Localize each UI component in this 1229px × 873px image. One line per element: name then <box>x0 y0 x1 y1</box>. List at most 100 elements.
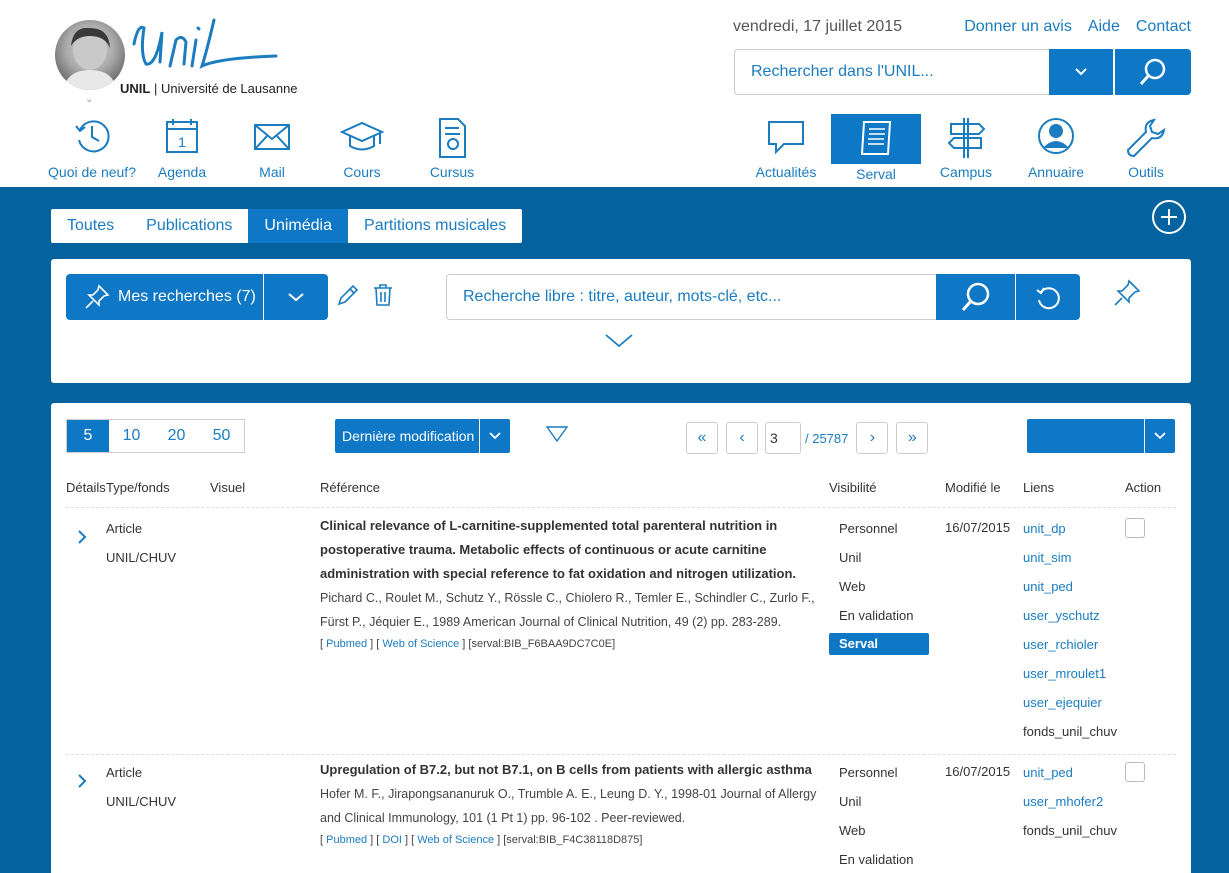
visibility-web[interactable]: Web <box>829 816 913 845</box>
link-user-mhofer2[interactable]: user_mhofer2 <box>1023 787 1117 816</box>
link-user-mroulet1[interactable]: user_mroulet1 <box>1023 659 1117 688</box>
visibility-en-validation[interactable]: En validation <box>829 601 929 630</box>
pubmed-link[interactable]: Pubmed <box>326 834 367 846</box>
page-size-50[interactable]: 50 <box>199 420 244 452</box>
last-page-button[interactable]: » <box>896 422 929 454</box>
visibility-personnel[interactable]: Personnel <box>829 514 929 543</box>
next-page-button[interactable]: › <box>856 422 889 454</box>
doi-link[interactable]: DOI <box>382 834 402 846</box>
contact-link[interactable]: Contact <box>1136 18 1191 36</box>
actions-dropdown-toggle[interactable] <box>1145 419 1175 453</box>
col-liens[interactable]: Liens <box>1023 480 1054 495</box>
pubmed-link[interactable]: Pubmed <box>326 638 367 650</box>
saved-searches-dropdown[interactable] <box>264 274 328 320</box>
tab-toutes[interactable]: Toutes <box>51 209 130 243</box>
type-label: Article <box>106 765 143 780</box>
site-header: ⌄ UNIL | Université de Lausanne vendredi… <box>0 0 1229 187</box>
nav-campus[interactable]: Campus <box>921 112 1011 187</box>
visibility-serval[interactable]: Serval <box>829 633 929 655</box>
col-visuel[interactable]: Visuel <box>210 480 245 495</box>
row-reference: Clinical relevance of L-carnitine-supple… <box>320 514 820 654</box>
free-search-button[interactable] <box>936 274 1016 320</box>
avatar-menu-icon[interactable]: ⌄ <box>85 94 93 105</box>
nav-outils[interactable]: Outils <box>1101 112 1191 187</box>
visibility-personnel[interactable]: Personnel <box>829 758 913 787</box>
page-size-5[interactable]: 5 <box>67 420 109 452</box>
chevron-right-icon[interactable] <box>76 529 88 545</box>
col-type[interactable]: Type/fonds <box>106 480 170 495</box>
calendar-icon: 1 <box>166 119 198 153</box>
saved-searches-main[interactable]: Mes recherches (7) <box>66 274 264 320</box>
page-number-input[interactable]: 3 <box>765 422 801 454</box>
col-details[interactable]: Détails <box>66 480 106 495</box>
col-action[interactable]: Action <box>1125 480 1161 495</box>
wos-link[interactable]: Web of Science <box>417 834 494 846</box>
link-unit-ped[interactable]: unit_ped <box>1023 572 1117 601</box>
first-page-button[interactable]: « <box>686 422 718 454</box>
reference-title[interactable]: Clinical relevance of L-carnitine-supple… <box>320 514 820 586</box>
visibility-web[interactable]: Web <box>829 572 929 601</box>
nav-label: Actualités <box>755 164 817 180</box>
nav-mail[interactable]: Mail <box>227 112 317 187</box>
serval-id: [serval:BIB_F4C38118D875] <box>503 834 643 846</box>
wos-link[interactable]: Web of Science <box>382 638 459 650</box>
free-search-input[interactable]: Recherche libre : titre, auteur, mots-cl… <box>446 274 936 320</box>
page-size-20[interactable]: 20 <box>154 420 199 452</box>
expand-filters-chevron-icon[interactable] <box>604 333 634 349</box>
link-unit-dp[interactable]: unit_dp <box>1023 514 1117 543</box>
site-search-input[interactable]: Rechercher dans l'UNIL... <box>734 49 1049 95</box>
reference-links: [ Pubmed ] [ Web of Science ] [serval:BI… <box>320 638 616 650</box>
tab-publications[interactable]: Publications <box>130 209 248 243</box>
nav-agenda[interactable]: 1 Agenda <box>137 112 227 187</box>
col-reference[interactable]: Référence <box>320 480 380 495</box>
visibility-unil[interactable]: Unil <box>829 543 929 572</box>
type-label: Article <box>106 521 143 536</box>
sort-label[interactable]: Dernière modification <box>335 419 480 453</box>
search-scope-dropdown[interactable] <box>1049 49 1114 95</box>
nav-cours[interactable]: Cours <box>317 112 407 187</box>
feedback-link[interactable]: Donner un avis <box>964 18 1072 36</box>
reference-authors: Pichard C., Roulet M., Schutz Y., Rössle… <box>320 591 815 629</box>
nav-serval[interactable]: Serval <box>831 114 921 182</box>
row-select-checkbox[interactable] <box>1125 762 1145 782</box>
site-search-button[interactable] <box>1115 49 1191 95</box>
link-unit-ped[interactable]: unit_ped <box>1023 758 1117 787</box>
tab-unimedia[interactable]: Unimédia <box>248 209 349 243</box>
visibility-en-validation[interactable]: En validation <box>829 845 913 873</box>
col-modifie[interactable]: Modifié le <box>945 480 1001 495</box>
link-user-rchioler[interactable]: user_rchioler <box>1023 630 1117 659</box>
clock-icon <box>75 120 110 153</box>
search-icon <box>961 282 989 311</box>
prev-page-button[interactable]: ‹ <box>726 422 758 454</box>
reference-title[interactable]: Upregulation of B7.2, but not B7.1, on B… <box>320 758 820 782</box>
reset-search-button[interactable] <box>1016 274 1080 320</box>
row-select-checkbox[interactable] <box>1125 518 1145 538</box>
add-circle-icon[interactable] <box>1152 200 1186 234</box>
reference-links: [ Pubmed ] [ DOI ] [ Web of Science ] [s… <box>320 834 643 846</box>
actions-dropdown-main[interactable] <box>1027 419 1145 453</box>
nav-annuaire[interactable]: Annuaire <box>1011 112 1101 187</box>
visibility-unil[interactable]: Unil <box>829 787 913 816</box>
page-size-10[interactable]: 10 <box>109 420 154 452</box>
filter-icon[interactable] <box>546 426 568 442</box>
nav-cursus[interactable]: Cursus <box>407 112 497 187</box>
col-visibilite[interactable]: Visibilité <box>829 480 876 495</box>
link-user-ejequier[interactable]: user_ejequier <box>1023 688 1117 717</box>
avatar[interactable] <box>55 20 125 90</box>
nav-label: Campus <box>939 164 993 180</box>
link-user-yschutz[interactable]: user_yschutz <box>1023 601 1117 630</box>
pin-icon[interactable] <box>1113 279 1141 307</box>
current-date: vendredi, 17 juillet 2015 <box>733 18 903 35</box>
pencil-icon[interactable] <box>336 283 360 307</box>
serval-id: [serval:BIB_F6BAA9DC7C0E] <box>468 638 616 650</box>
nav-label: Mail <box>259 164 285 180</box>
chevron-right-icon[interactable] <box>76 773 88 789</box>
nav-actualites[interactable]: Actualités <box>741 112 831 187</box>
link-unit-sim[interactable]: unit_sim <box>1023 543 1117 572</box>
trash-icon[interactable] <box>372 283 394 307</box>
row-reference: Upregulation of B7.2, but not B7.1, on B… <box>320 758 820 850</box>
sort-dropdown-toggle[interactable] <box>480 419 510 453</box>
nav-quoi-de-neuf[interactable]: Quoi de neuf? <box>47 112 137 187</box>
help-link[interactable]: Aide <box>1088 18 1120 36</box>
tab-partitions-musicales[interactable]: Partitions musicales <box>348 209 522 243</box>
